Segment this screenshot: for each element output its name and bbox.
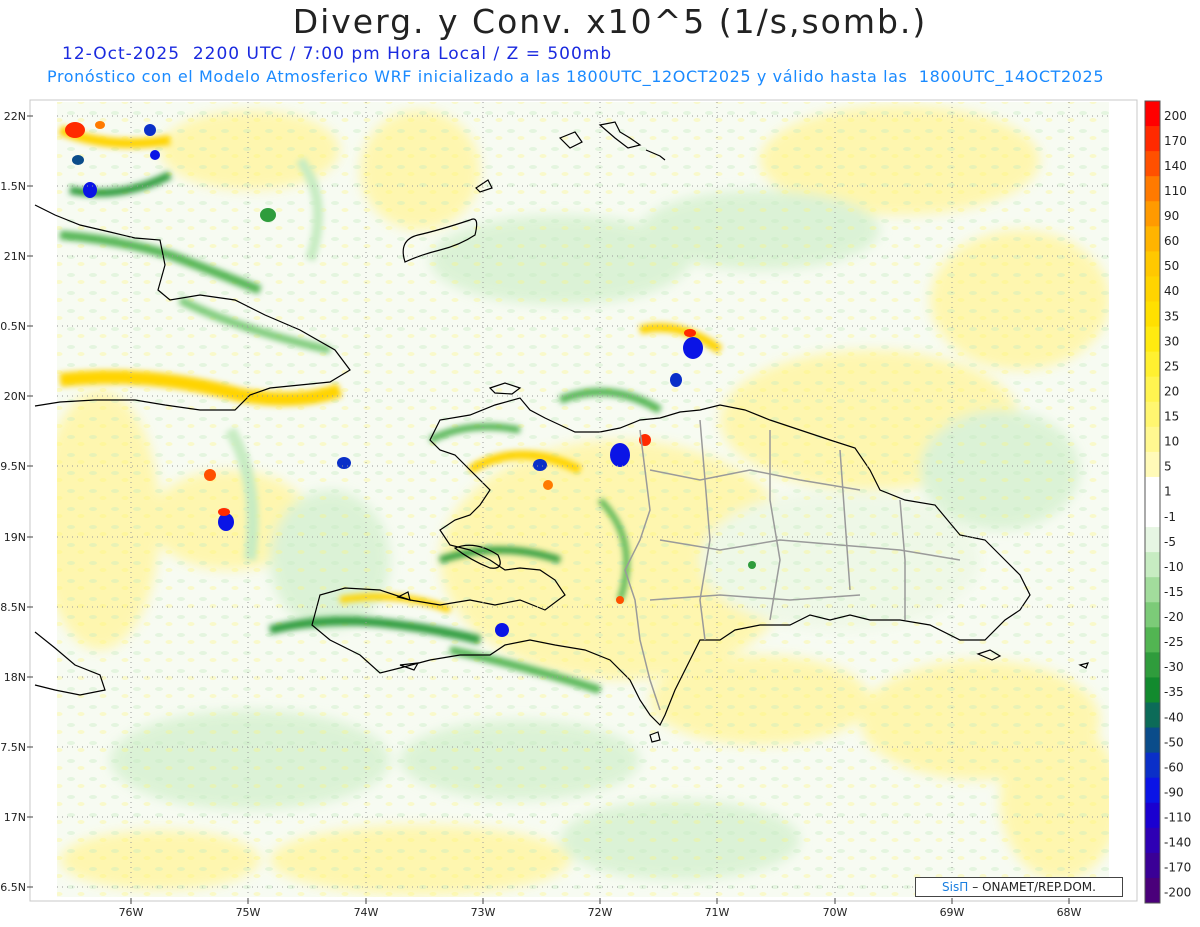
colorbar-label: -50	[1164, 735, 1184, 749]
lon-label: 69W	[940, 906, 965, 919]
colorbar-swatch	[1145, 702, 1160, 729]
lat-label: 17N	[4, 811, 26, 824]
colorbar-swatch	[1145, 827, 1160, 854]
lon-label: 76W	[119, 906, 144, 919]
colorbar-label: 20	[1164, 384, 1179, 398]
colorbar-swatch	[1145, 401, 1160, 428]
colorbar-label: -5	[1164, 535, 1176, 549]
colorbar-swatch	[1145, 326, 1160, 353]
lat-label: 0.5N	[0, 320, 26, 333]
colorbar-label: 10	[1164, 435, 1179, 449]
colorbar-label: 50	[1164, 259, 1179, 273]
latitude-axis: 22N 1.5N 21N 0.5N 20N 9.5N 19N 8.5N 18N …	[0, 110, 26, 894]
colorbar-swatch	[1145, 201, 1160, 227]
colorbar-swatch	[1145, 276, 1160, 302]
colorbar-swatch	[1145, 502, 1160, 528]
colorbar-swatch	[1145, 176, 1160, 202]
colorbar-label: -60	[1164, 760, 1184, 774]
lon-label: 74W	[354, 906, 379, 919]
lat-label: 1.5N	[0, 180, 26, 193]
colorbar-label: 15	[1164, 410, 1179, 424]
colorbar-swatch	[1145, 226, 1160, 252]
colorbar-label: -25	[1164, 635, 1184, 649]
colorbar-swatch	[1145, 376, 1160, 403]
lon-label: 68W	[1057, 906, 1082, 919]
colorbar-label: -30	[1164, 660, 1184, 674]
colorbar-label: -20	[1164, 610, 1184, 624]
colorbar-label: 1	[1164, 485, 1172, 499]
colorbar-label: 140	[1164, 159, 1187, 173]
colorbar-label: 170	[1164, 134, 1187, 148]
sispi-logo: SisΠ	[942, 880, 969, 894]
colorbar-swatch	[1145, 877, 1160, 904]
colorbar-swatch	[1145, 802, 1160, 829]
lon-label: 72W	[588, 906, 613, 919]
colorbar-swatch	[1145, 301, 1160, 328]
colorbar-label: 5	[1164, 460, 1172, 474]
lat-label: 22N	[4, 110, 26, 123]
colorbar-label: 110	[1164, 184, 1187, 198]
colorbar-label: -90	[1164, 785, 1184, 799]
colorbar-swatch	[1145, 126, 1160, 152]
colorbar-swatch	[1145, 852, 1160, 879]
lat-label: 19N	[4, 531, 26, 544]
colorbar-swatch	[1145, 251, 1160, 277]
colorbar-label: 200	[1164, 109, 1187, 123]
colorbar-label: -110	[1164, 811, 1191, 825]
colorbar-swatch	[1145, 727, 1160, 754]
colorbar-label: -35	[1164, 685, 1184, 699]
colorbar-swatch	[1145, 577, 1160, 603]
colorbar-label: 30	[1164, 334, 1179, 348]
lon-label: 70W	[823, 906, 848, 919]
colorbar-swatch	[1145, 552, 1160, 578]
colorbar-label: -40	[1164, 710, 1184, 724]
colorbar-label: -10	[1164, 560, 1184, 574]
map-frame: 22N 1.5N 21N 0.5N 20N 9.5N 19N 8.5N 18N …	[0, 99, 1191, 919]
colorbar-label: 25	[1164, 359, 1179, 373]
lat-label: 6.5N	[0, 881, 26, 894]
colorbar-label: -15	[1164, 585, 1184, 599]
colorbar-swatch	[1145, 752, 1160, 779]
lat-label: 8.5N	[0, 601, 26, 614]
colorbar-swatch	[1145, 602, 1160, 628]
credit-text: – ONAMET/REP.DOM.	[972, 880, 1096, 894]
colorbar-swatch	[1145, 151, 1160, 177]
colorbar-swatch	[1145, 351, 1160, 378]
colorbar-swatch	[1145, 627, 1160, 653]
credit-box: SisΠ – ONAMET/REP.DOM.	[915, 877, 1123, 897]
longitude-axis: 76W 75W 74W 73W 72W 71W 70W 69W 68W	[119, 906, 1082, 919]
colorbar-swatch	[1145, 101, 1160, 127]
lat-label: 7.5N	[0, 741, 26, 754]
colorbar-swatch	[1145, 777, 1160, 804]
colorbar-swatch	[1145, 652, 1160, 678]
colorbar-label: 35	[1164, 309, 1179, 323]
colorbar-swatch	[1145, 476, 1160, 503]
colorbar-label: -140	[1164, 836, 1191, 850]
colorbar-label: 90	[1164, 209, 1179, 223]
colorbar-label: -200	[1164, 886, 1191, 900]
lat-label: 18N	[4, 671, 26, 684]
divergence-field	[57, 102, 1109, 897]
lon-label: 73W	[471, 906, 496, 919]
colorbar: 200 170 140 110 90 60 50 40 35 30 25 20 15 10 5 1 -1 -5 -1…	[1144, 100, 1191, 904]
lon-label: 71W	[705, 906, 730, 919]
lat-label: 20N	[4, 390, 26, 403]
lat-label: 21N	[4, 250, 26, 263]
lat-label: 9.5N	[0, 460, 26, 473]
colorbar-swatch	[1145, 677, 1160, 703]
colorbar-swatch	[1145, 451, 1160, 478]
colorbar-swatch	[1145, 527, 1160, 553]
colorbar-label: -1	[1164, 510, 1176, 524]
colorbar-label: -170	[1164, 861, 1191, 875]
lon-label: 75W	[236, 906, 261, 919]
colorbar-swatch	[1145, 426, 1160, 453]
colorbar-label: 60	[1164, 234, 1179, 248]
colorbar-label: 40	[1164, 284, 1179, 298]
